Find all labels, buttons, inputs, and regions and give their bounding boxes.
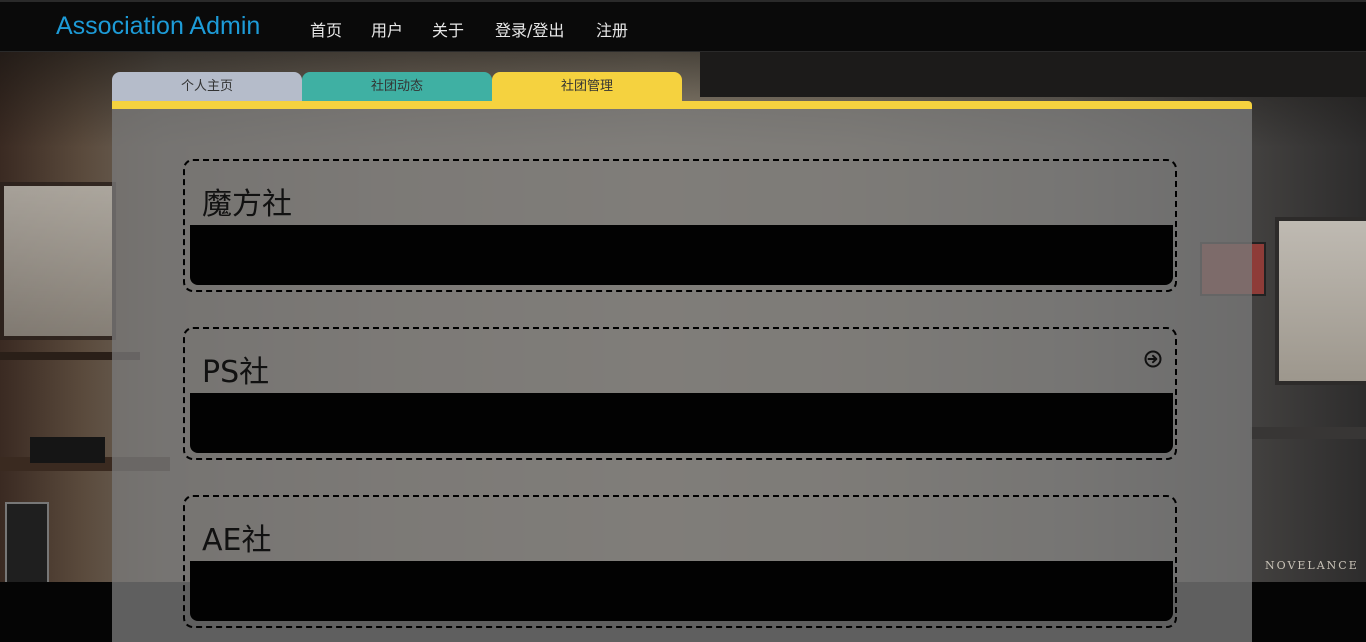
club-card-footer bbox=[190, 393, 1173, 453]
navbar: Association Admin 首页 用户 关于 登录/登出 注册 bbox=[0, 0, 1366, 52]
background-desk-right bbox=[1250, 427, 1366, 439]
club-name: AE社 bbox=[202, 523, 272, 558]
panel-body: 魔方社 PS社 AE社 bbox=[112, 109, 1252, 642]
nav-login-logout[interactable]: 登录/登出 bbox=[495, 17, 564, 41]
nav-about[interactable]: 关于 bbox=[432, 17, 464, 41]
nav-users[interactable]: 用户 bbox=[371, 17, 403, 41]
background-watermark: NOVELANCE bbox=[1265, 559, 1359, 572]
club-card-footer bbox=[190, 225, 1173, 285]
club-name: 魔方社 bbox=[202, 187, 292, 222]
club-card-footer bbox=[190, 561, 1173, 621]
tab-active-strip bbox=[112, 101, 1252, 109]
background-window-left bbox=[0, 182, 116, 340]
nav-home[interactable]: 首页 bbox=[310, 17, 342, 41]
main-panel: 个人主页 社团动态 社团管理 魔方社 PS社 AE社 bbox=[112, 72, 1252, 642]
arrow-circle-right-icon[interactable] bbox=[1143, 349, 1163, 369]
tab-club-news[interactable]: 社团动态 bbox=[302, 72, 492, 102]
nav-register[interactable]: 注册 bbox=[596, 17, 628, 41]
tab-club-management[interactable]: 社团管理 bbox=[492, 72, 682, 102]
background-cabinet bbox=[5, 502, 49, 582]
tab-personal-home[interactable]: 个人主页 bbox=[112, 72, 302, 102]
club-card[interactable]: AE社 bbox=[183, 495, 1177, 628]
club-card[interactable]: PS社 bbox=[183, 327, 1177, 460]
background-box bbox=[30, 437, 105, 463]
club-name: PS社 bbox=[202, 355, 270, 390]
background-window-right bbox=[1275, 217, 1366, 385]
club-card[interactable]: 魔方社 bbox=[183, 159, 1177, 292]
brand-link[interactable]: Association Admin bbox=[56, 12, 260, 41]
